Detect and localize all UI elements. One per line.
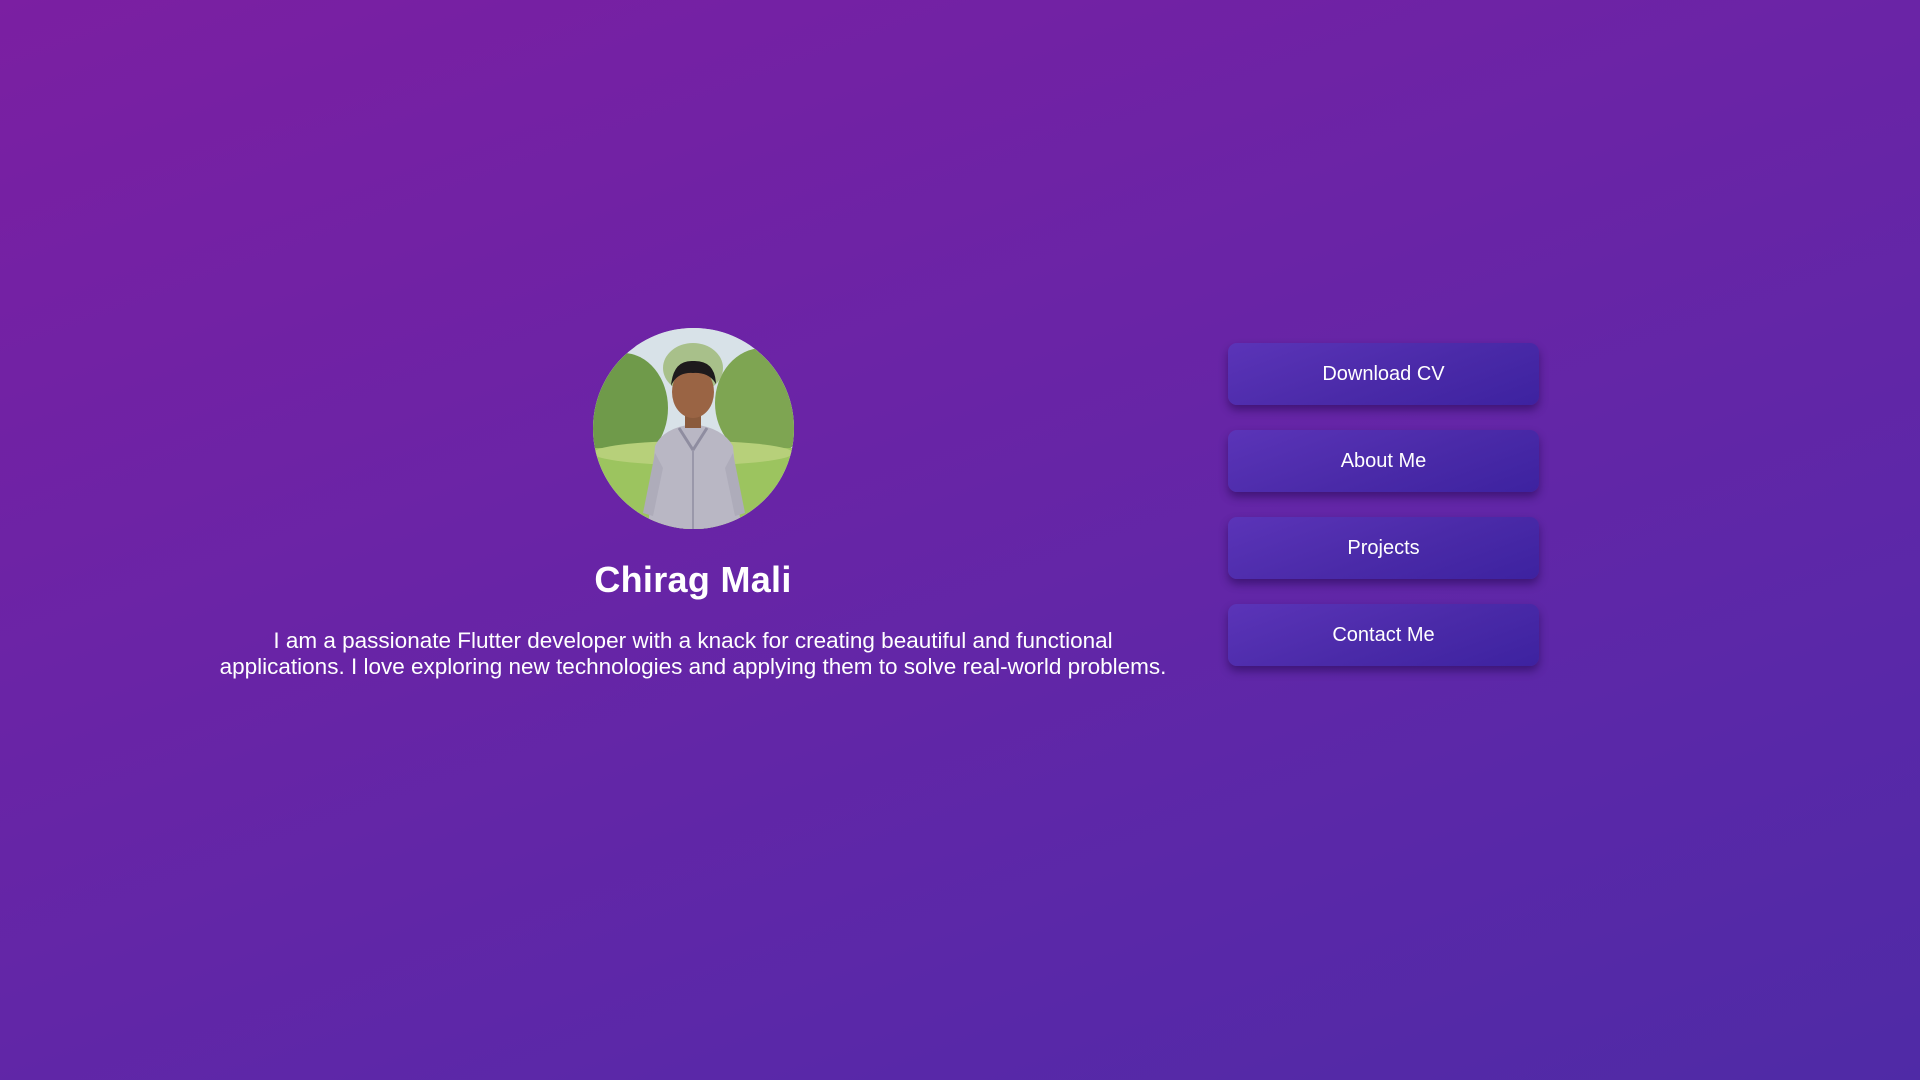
profile-photo [592, 328, 794, 529]
profile-bio: I am a passionate Flutter developer with… [219, 628, 1167, 679]
action-buttons: Download CV About Me Projects Contact Me [1228, 343, 1539, 666]
profile-section: Chirag Mali I am a passionate Flutter de… [218, 328, 1168, 680]
download-cv-button[interactable]: Download CV [1228, 343, 1539, 405]
projects-button[interactable]: Projects [1228, 517, 1539, 579]
avatar [592, 328, 794, 529]
about-me-button[interactable]: About Me [1228, 430, 1539, 492]
contact-me-button[interactable]: Contact Me [1228, 604, 1539, 666]
profile-name: Chirag Mali [594, 559, 792, 600]
